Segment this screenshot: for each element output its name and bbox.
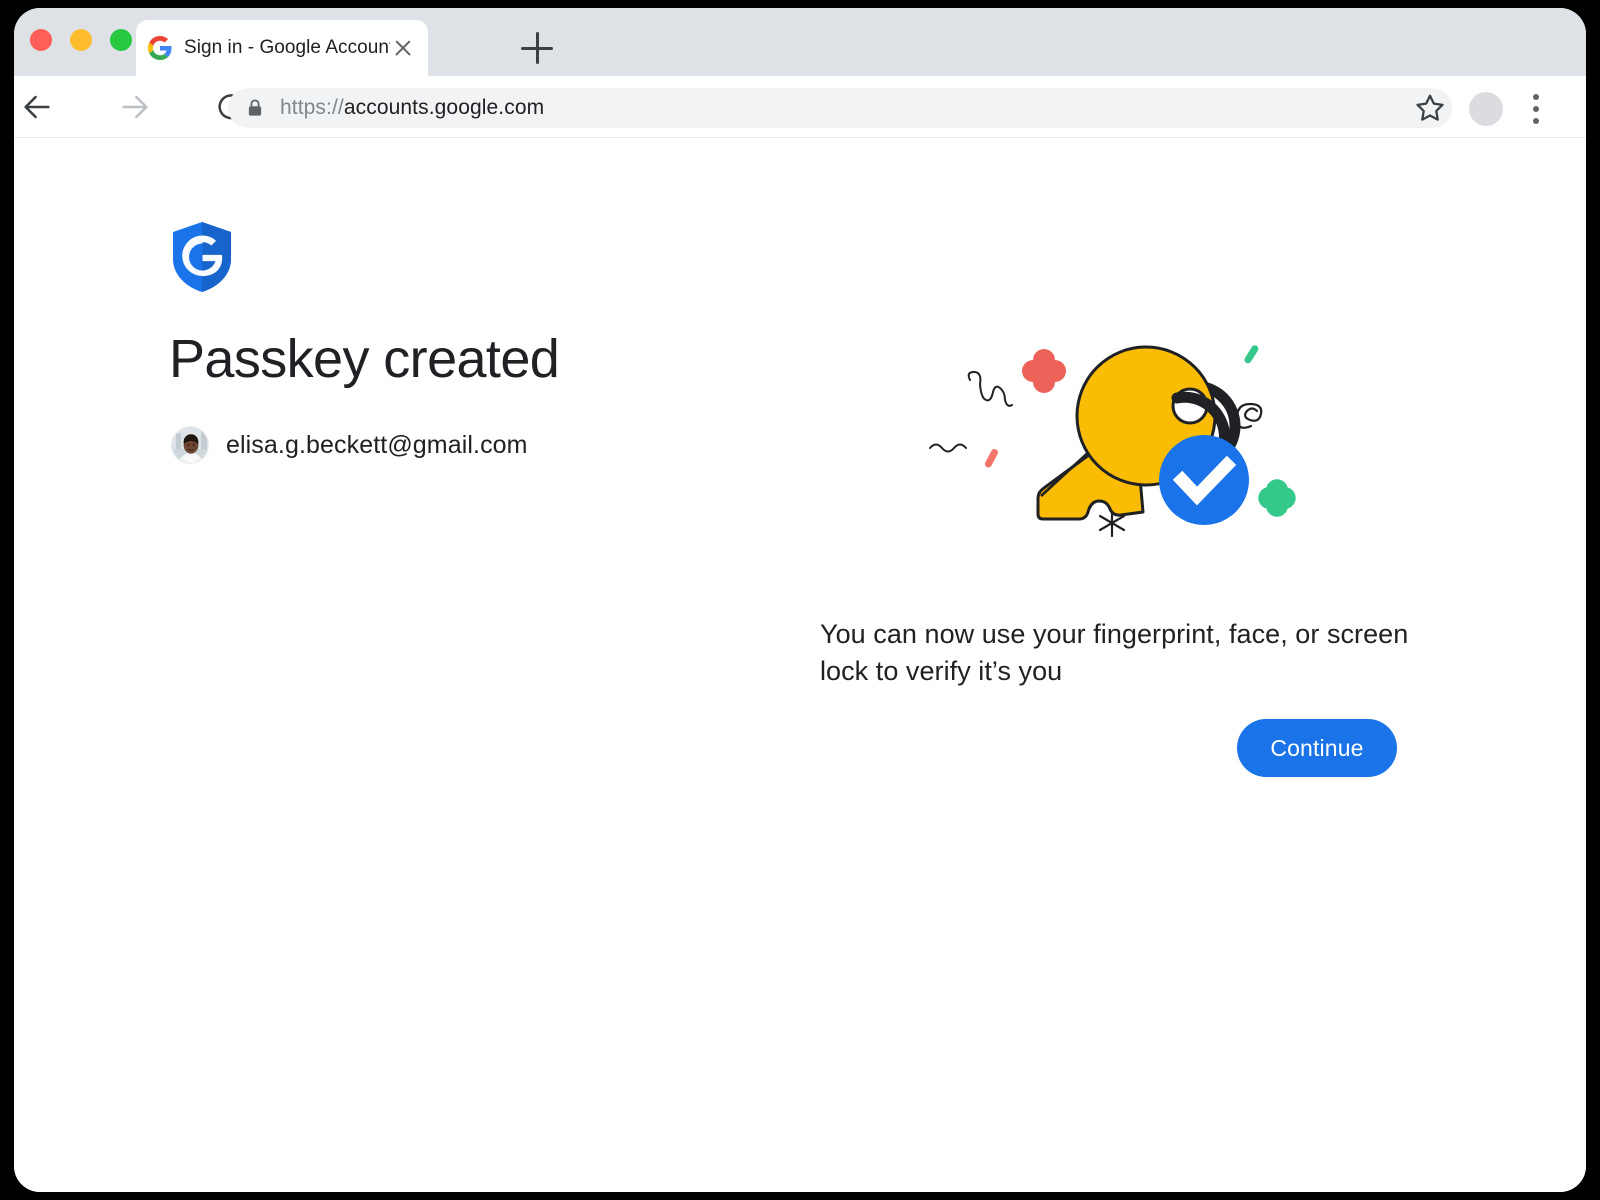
- squiggle-small-icon: [930, 445, 966, 452]
- passkey-key-illustration: [894, 328, 1354, 578]
- tab-close-icon[interactable]: [390, 35, 416, 61]
- tab-title: Sign in - Google Accounts: [184, 37, 390, 59]
- arrow-left-icon[interactable]: [20, 90, 54, 124]
- menu-dot: [1533, 94, 1539, 100]
- browser-window: Sign in - Google Accounts https://accoun…: [14, 8, 1586, 1192]
- arrow-right-icon[interactable]: [118, 90, 152, 124]
- address-bar[interactable]: https://accounts.google.com: [228, 88, 1452, 128]
- red-clover-shape: [1022, 349, 1066, 393]
- squiggle-large-icon: [969, 372, 1012, 406]
- url-text: https://accounts.google.com: [280, 96, 544, 120]
- green-clover-shape: [1254, 475, 1300, 521]
- tab-strip: Sign in - Google Accounts: [14, 8, 1586, 76]
- account-email: elisa.g.beckett@gmail.com: [226, 431, 528, 460]
- browser-toolbar: https://accounts.google.com: [14, 76, 1586, 138]
- red-dash-shape: [984, 448, 1000, 469]
- window-zoom-button[interactable]: [110, 29, 132, 51]
- spiral-squiggle-icon: [1237, 404, 1261, 428]
- browser-tab[interactable]: Sign in - Google Accounts: [136, 20, 428, 76]
- profile-avatar-icon[interactable]: [1469, 92, 1503, 126]
- traffic-lights: [30, 29, 132, 51]
- window-minimize-button[interactable]: [70, 29, 92, 51]
- google-shield-logo: [171, 221, 233, 293]
- new-tab-button[interactable]: [521, 32, 553, 64]
- account-chip[interactable]: elisa.g.beckett@gmail.com: [171, 426, 528, 464]
- page-title: Passkey created: [169, 328, 559, 390]
- page-content: Passkey created: [14, 138, 1586, 1192]
- menu-dot: [1533, 106, 1539, 112]
- google-g-icon: [148, 36, 172, 60]
- menu-dot: [1533, 118, 1539, 124]
- description-text: You can now use your fingerprint, face, …: [820, 616, 1450, 691]
- window-close-button[interactable]: [30, 29, 52, 51]
- continue-button[interactable]: Continue: [1237, 719, 1397, 777]
- three-dot-menu-icon[interactable]: [1531, 92, 1541, 126]
- lock-icon: [246, 98, 264, 118]
- account-profile-photo: [172, 427, 209, 464]
- url-scheme: https://: [280, 96, 344, 119]
- avatar: [171, 426, 209, 464]
- url-host: accounts.google.com: [344, 96, 544, 119]
- green-dash-shape: [1243, 344, 1260, 365]
- star-outline-icon[interactable]: [1414, 92, 1446, 124]
